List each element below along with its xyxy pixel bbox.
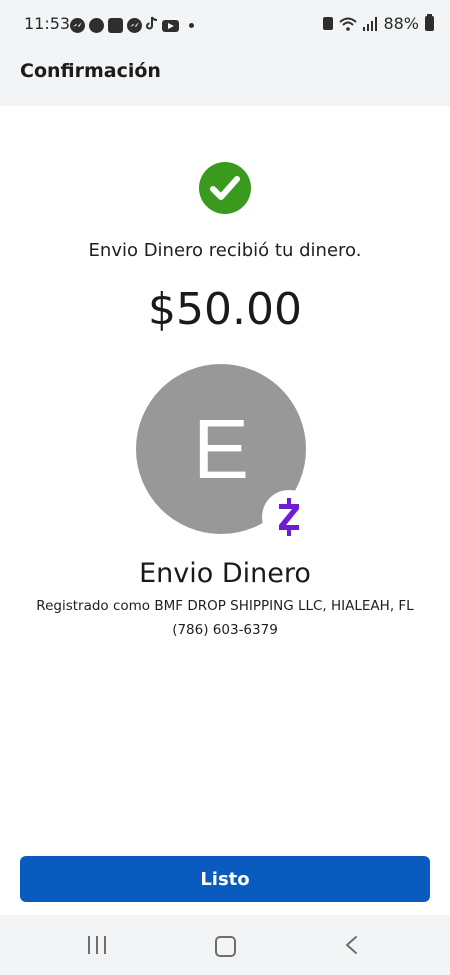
messenger-icon [127,18,142,33]
done-button[interactable]: Listo [20,856,430,902]
app-square-icon [108,18,123,33]
messenger-icon [70,18,85,33]
more-dot-icon [189,23,194,28]
battery-icon [425,14,434,31]
youtube-icon [162,19,179,32]
navigation-bar [0,915,450,975]
page-title: Confirmación [20,60,161,82]
notification-icons [70,16,194,35]
success-check-icon [199,162,251,214]
recipient-phone: (786) 603-6379 [172,622,278,638]
wifi-icon [339,17,358,31]
back-icon[interactable] [344,935,358,959]
status-time: 11:53 [24,14,71,33]
system-icons: 88% [323,14,434,33]
zelle-badge-icon [262,490,316,544]
confirmation-message: Envio Dinero recibió tu dinero. [88,240,362,261]
recents-icon[interactable] [88,936,106,954]
signal-icon [363,16,378,31]
avatar-initial: E [192,402,250,496]
registered-as: Registrado como BMF DROP SHIPPING LLC, H… [36,598,414,614]
chat-icon [89,18,104,33]
amount-sent: $50.00 [148,284,302,335]
status-bar: 11:53 88% [0,0,450,46]
tiktok-icon [146,16,158,35]
confirmation-screen: 11:53 88% Confirmación Envio Dinero reci… [0,0,450,975]
battery-saver-icon [323,17,334,30]
home-icon[interactable] [215,936,236,957]
battery-percent: 88% [383,14,419,33]
recipient-name: Envio Dinero [139,558,311,589]
